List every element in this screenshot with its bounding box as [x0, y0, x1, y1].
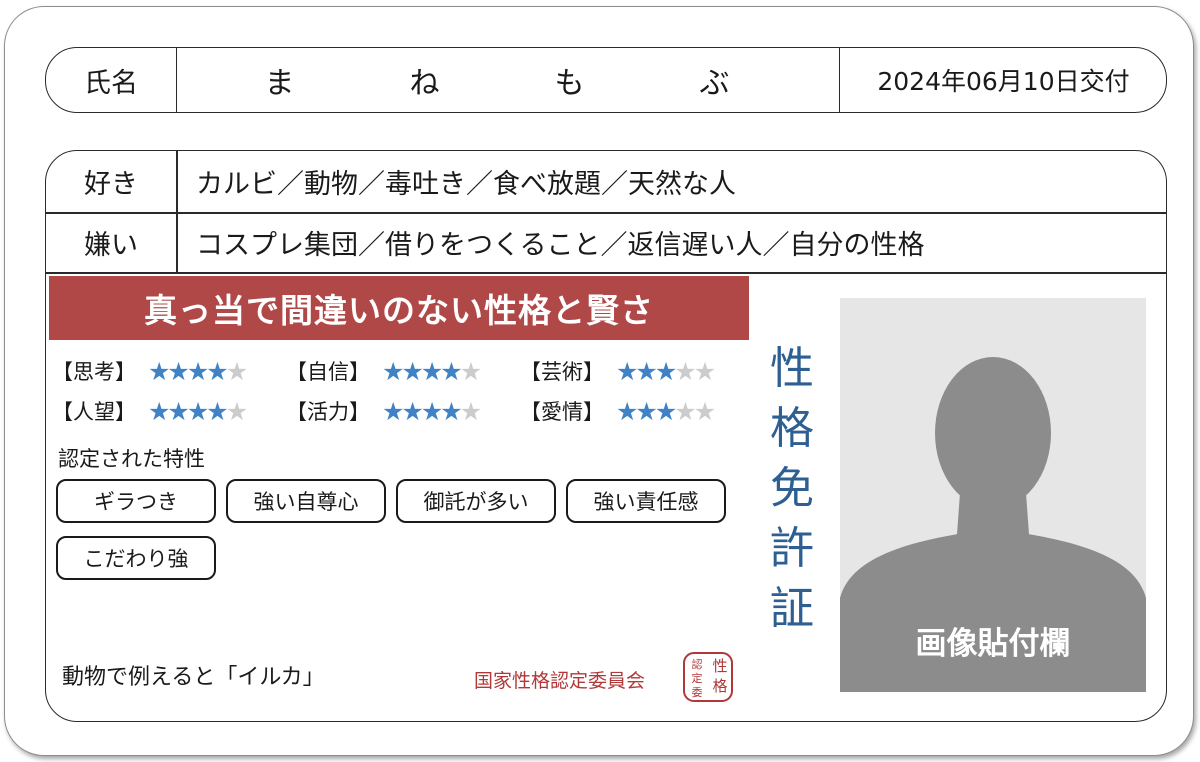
likes-label: 好き	[84, 169, 138, 200]
name-row: 氏名 ま ね も ぶ 2024年06月10日交付	[45, 47, 1167, 113]
star-filled-icon: ★	[635, 356, 657, 386]
name-char: ま	[264, 66, 295, 101]
dislikes-label: 嫌い	[84, 230, 138, 261]
star-filled-icon: ★	[440, 356, 462, 386]
star-filled-icon: ★	[401, 356, 423, 386]
committee-name: 国家性格認定委員会	[474, 670, 646, 692]
title-char: 性	[770, 343, 814, 394]
star-filled-icon: ★	[167, 356, 189, 386]
stat-item: 【自信】 ★★★★★	[286, 356, 520, 386]
name-char: ね	[409, 66, 440, 101]
star-empty-icon: ★	[459, 396, 482, 426]
trait-chip: ギラつき	[56, 479, 216, 523]
star-filled-icon: ★	[382, 396, 404, 426]
name-label: 氏名	[46, 48, 177, 112]
star-filled-icon: ★	[148, 396, 170, 426]
star-filled-icon: ★	[206, 396, 228, 426]
stat-item: 【愛情】 ★★★★★	[520, 396, 754, 426]
stat-item: 【思考】 ★★★★★	[52, 356, 286, 386]
title-char: 証	[770, 583, 814, 634]
title-char: 免	[770, 463, 814, 514]
dislikes-value: コスプレ集団／借りをつくること／返信遅い人／自分の性格	[196, 230, 925, 261]
star-rating: ★★★★★	[382, 357, 520, 386]
main-box: 好き カルビ／動物／毒吐き／食べ放題／天然な人 嫌い コスプレ集団／借りをつくる…	[45, 150, 1167, 722]
seal-char: 性	[712, 657, 727, 675]
stat-label: 【芸術】	[520, 360, 604, 384]
seal-char: 委	[692, 686, 703, 699]
star-filled-icon: ★	[635, 396, 657, 426]
star-empty-icon: ★	[459, 356, 482, 386]
stat-item: 【芸術】 ★★★★★	[520, 356, 754, 386]
issue-date: 2024年06月10日交付	[839, 48, 1166, 112]
stat-label: 【愛情】	[520, 400, 604, 424]
seal-char: 格	[712, 677, 727, 695]
photo-slot: 画像貼付欄	[840, 298, 1146, 692]
star-filled-icon: ★	[440, 396, 462, 426]
star-filled-icon: ★	[616, 396, 638, 426]
title-char: 許	[770, 523, 814, 574]
star-rating: ★★★★★	[616, 357, 754, 386]
star-rating: ★★★★★	[148, 357, 286, 386]
stat-label: 【自信】	[286, 360, 370, 384]
stat-label: 【思考】	[52, 360, 136, 384]
stat-label: 【活力】	[286, 400, 370, 424]
star-filled-icon: ★	[401, 396, 423, 426]
star-rating: ★★★★★	[382, 397, 520, 426]
stat-item: 【人望】 ★★★★★	[52, 396, 286, 426]
star-rating: ★★★★★	[616, 397, 754, 426]
star-rating: ★★★★★	[148, 397, 286, 426]
name-value: まねもぶ	[177, 48, 839, 112]
photo-label: 画像貼付欄	[915, 626, 1071, 662]
star-filled-icon: ★	[382, 356, 404, 386]
star-filled-icon: ★	[420, 396, 443, 426]
star-empty-icon: ★	[674, 396, 696, 426]
traits-title: 認定された特性	[58, 447, 205, 471]
stats-grid: 【思考】 ★★★★★ 【自信】 ★★★★★ 【芸術】 ★★★★★ 【人望】 ★★…	[52, 351, 754, 431]
divider	[176, 151, 178, 273]
star-empty-icon: ★	[693, 396, 716, 426]
seal-char: 定	[692, 671, 703, 685]
star-filled-icon: ★	[167, 396, 189, 426]
star-filled-icon: ★	[420, 356, 443, 386]
star-empty-icon: ★	[225, 356, 248, 386]
stat-row: 【人望】 ★★★★★ 【活力】 ★★★★★ 【愛情】 ★★★★★	[52, 391, 754, 431]
star-filled-icon: ★	[654, 396, 677, 426]
star-filled-icon: ★	[186, 396, 209, 426]
star-filled-icon: ★	[206, 356, 228, 386]
star-filled-icon: ★	[186, 356, 209, 386]
trait-chip: 御託が多い	[396, 479, 556, 523]
star-empty-icon: ★	[225, 396, 248, 426]
divider	[46, 272, 1166, 274]
seal-char: 認	[692, 657, 703, 671]
star-empty-icon: ★	[693, 356, 716, 386]
star-empty-icon: ★	[674, 356, 696, 386]
star-filled-icon: ★	[616, 356, 638, 386]
name-char: も	[554, 66, 585, 101]
title-char: 格	[770, 403, 814, 454]
likes-value: カルビ／動物／毒吐き／食べ放題／天然な人	[196, 169, 736, 200]
star-filled-icon: ★	[148, 356, 170, 386]
animal-comparison: 動物で例えると「イルカ」	[62, 665, 325, 690]
trait-chip: 強い自尊心	[226, 479, 386, 523]
star-filled-icon: ★	[654, 356, 677, 386]
trait-chip: こだわり強	[56, 536, 216, 580]
stat-item: 【活力】 ★★★★★	[286, 396, 520, 426]
card-title-vertical: 性 格 免 許 証	[764, 339, 820, 639]
personality-banner: 真っ当で間違いのない性格と賢さ	[49, 276, 749, 340]
license-card: 氏名 ま ね も ぶ 2024年06月10日交付 好き カルビ／動物／毒吐き／食べ放題…	[4, 6, 1194, 756]
stat-label: 【人望】	[52, 400, 136, 424]
trait-chip: 強い責任感	[566, 479, 726, 523]
stat-row: 【思考】 ★★★★★ 【自信】 ★★★★★ 【芸術】 ★★★★★	[52, 351, 754, 391]
name-char: ぶ	[699, 66, 730, 101]
seal-stamp: 性 格 認 定 委	[683, 652, 733, 702]
